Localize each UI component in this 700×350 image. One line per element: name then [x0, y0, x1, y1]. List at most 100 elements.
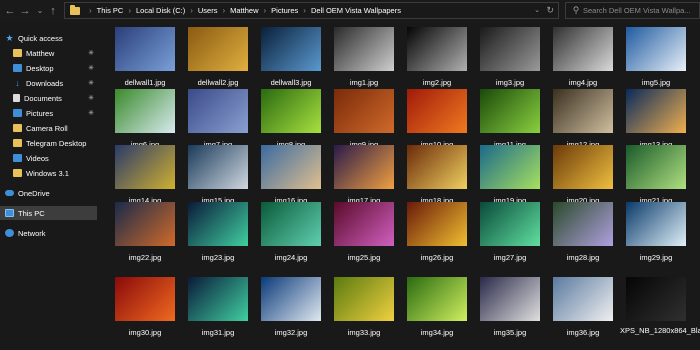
breadcrumb-separator-icon[interactable]: › — [303, 6, 306, 15]
breadcrumb-separator-icon[interactable]: › — [190, 6, 193, 15]
image-thumbnail — [553, 277, 613, 321]
up-arrow-icon[interactable]: ↑ — [46, 4, 60, 18]
forward-arrow-icon[interactable]: → — [18, 4, 32, 18]
sidebar-item-telegram-desktop[interactable]: Telegram Desktop — [0, 136, 97, 150]
image-thumbnail — [188, 89, 248, 133]
image-thumbnail — [261, 89, 321, 133]
recent-locations-chevron-icon[interactable]: ⌄ — [33, 4, 47, 18]
breadcrumb-item[interactable]: Local Disk (C:) — [136, 6, 185, 15]
breadcrumb-item[interactable]: Users — [198, 6, 218, 15]
sidebar-item-matthew[interactable]: Matthew ✳ — [0, 46, 97, 60]
search-input[interactable] — [583, 6, 699, 15]
address-bar[interactable]: › This PC › Local Disk (C:) › Users › Matthew › P… — [64, 2, 559, 19]
image-thumbnail — [553, 145, 613, 189]
documents-icon — [13, 94, 20, 102]
image-thumbnail — [626, 277, 686, 321]
image-thumbnail — [553, 89, 613, 133]
sidebar-item-desktop[interactable]: Desktop ✳ — [0, 61, 97, 75]
sidebar-item-pictures[interactable]: Pictures ✳ — [0, 106, 97, 120]
file-name-label: img31.jpg — [201, 328, 235, 337]
download-icon: ↓ — [15, 78, 20, 88]
sidebar-item-documents[interactable]: Documents ✳ — [0, 91, 97, 105]
folder-icon — [13, 139, 22, 147]
search-box[interactable]: ⚲ — [565, 2, 700, 19]
sidebar-item-label: Matthew — [26, 48, 55, 58]
image-thumbnail — [261, 202, 321, 246]
image-thumbnail — [115, 89, 175, 133]
image-thumbnail — [115, 145, 175, 189]
image-thumbnail — [407, 277, 467, 321]
image-thumbnail — [480, 27, 540, 71]
pin-icon: ✳ — [88, 65, 94, 72]
folder-icon — [70, 4, 80, 15]
image-thumbnail — [407, 89, 467, 133]
desktop-icon — [13, 64, 22, 72]
file-name-label: img4.jpg — [568, 78, 598, 87]
image-thumbnail — [407, 202, 467, 246]
sidebar-item-label: Windows 3.1 — [26, 168, 69, 178]
file-name-label: img35.jpg — [493, 328, 527, 337]
image-thumbnail — [115, 202, 175, 246]
image-thumbnail — [261, 27, 321, 71]
back-arrow-icon[interactable]: ← — [3, 4, 17, 18]
pin-icon: ✳ — [88, 110, 94, 117]
sidebar-item-this-pc[interactable]: This PC — [0, 206, 97, 220]
cloud-icon — [5, 190, 14, 196]
image-thumbnail — [626, 89, 686, 133]
image-thumbnail — [115, 277, 175, 321]
computer-icon — [5, 209, 14, 217]
refresh-icon[interactable]: ↻ — [546, 3, 554, 18]
pin-icon: ✳ — [88, 80, 94, 87]
image-thumbnail — [480, 89, 540, 133]
sidebar-item-label: Quick access — [18, 33, 63, 43]
breadcrumb-separator-icon[interactable]: › — [264, 6, 267, 15]
sidebar-item-label: Telegram Desktop — [26, 138, 87, 148]
search-icon: ⚲ — [572, 5, 580, 15]
image-thumbnail — [626, 145, 686, 189]
image-thumbnail — [626, 27, 686, 71]
breadcrumb-item[interactable]: This PC — [97, 6, 124, 15]
file-name-label: img34.jpg — [420, 328, 454, 337]
image-thumbnail — [480, 202, 540, 246]
image-thumbnail — [407, 145, 467, 189]
file-name-label: img3.jpg — [495, 78, 525, 87]
videos-icon — [13, 154, 22, 162]
breadcrumb-separator-icon[interactable]: › — [222, 6, 225, 15]
file-name-label: img30.jpg — [128, 328, 162, 337]
sidebar-item-quick-access[interactable]: ★ Quick access — [0, 31, 97, 45]
sidebar-item-label: Downloads — [26, 78, 64, 88]
breadcrumb-separator-icon[interactable]: › — [128, 6, 131, 15]
sidebar-item-label: Documents — [24, 93, 62, 103]
sidebar-item-label: Camera Roll — [26, 123, 68, 133]
breadcrumb-item[interactable]: Pictures — [271, 6, 298, 15]
sidebar-item-label: OneDrive — [18, 188, 50, 198]
sidebar-item-camera-roll[interactable]: Camera Roll — [0, 121, 97, 135]
file-grid: dellwall1.jpg dellwall2.jpg dellwall3.jpg i… — [98, 22, 700, 350]
file-name-label: dellwall1.jpg — [124, 78, 166, 87]
file-name-label: dellwall2.jpg — [197, 78, 239, 87]
image-thumbnail — [334, 277, 394, 321]
breadcrumb-separator-icon[interactable]: › — [89, 6, 92, 15]
sidebar-item-windows-3-1[interactable]: Windows 3.1 — [0, 166, 97, 180]
sidebar-item-videos[interactable]: Videos — [0, 151, 97, 165]
title-bar: ← → ⌄ ↑ › This PC › Local Disk (C:) › Users › M… — [0, 0, 700, 22]
sidebar-item-network[interactable]: Network — [0, 226, 97, 240]
sidebar-item-label: Network — [18, 228, 46, 238]
file-name-label: img29.jpg — [639, 253, 673, 262]
image-thumbnail — [188, 277, 248, 321]
breadcrumb-item[interactable]: Dell OEM Vista Wallpapers — [311, 6, 401, 15]
sidebar-item-label: Pictures — [26, 108, 54, 118]
image-thumbnail — [553, 27, 613, 71]
sidebar-item-onedrive[interactable]: OneDrive — [0, 186, 97, 200]
image-thumbnail — [553, 202, 613, 246]
file-name-label: XPS_NB_1280x864_Black.jpg — [620, 326, 700, 335]
breadcrumb-item[interactable]: Matthew — [230, 6, 258, 15]
image-thumbnail — [626, 202, 686, 246]
image-thumbnail — [188, 202, 248, 246]
image-thumbnail — [334, 145, 394, 189]
file-name-label: img32.jpg — [274, 328, 308, 337]
sidebar-item-downloads[interactable]: ↓ Downloads ✳ — [0, 76, 97, 90]
pin-icon: ✳ — [88, 95, 94, 102]
network-icon — [5, 229, 14, 237]
chevron-down-icon[interactable]: ⌄ — [534, 3, 540, 18]
